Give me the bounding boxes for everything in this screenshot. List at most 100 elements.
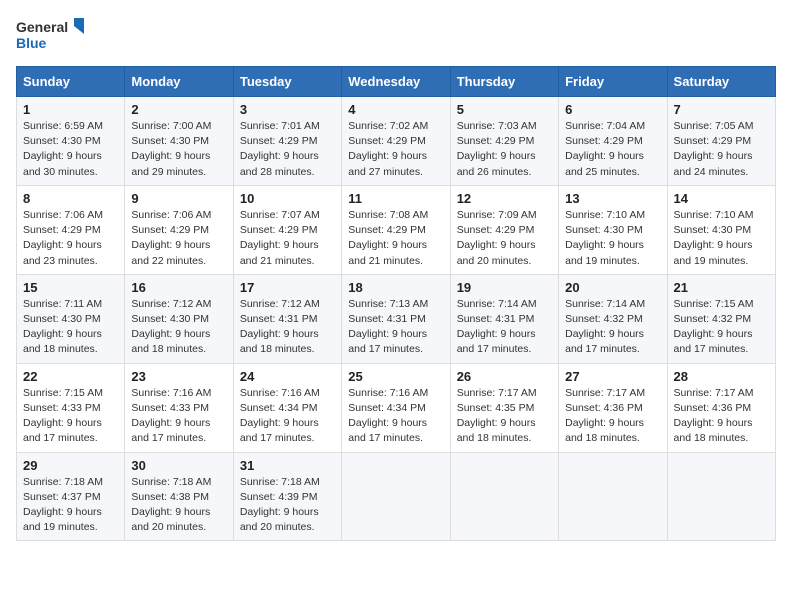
day-cell: 2 Sunrise: 7:00 AMSunset: 4:30 PMDaylight… [125, 97, 233, 186]
day-detail: Sunrise: 7:10 AMSunset: 4:30 PMDaylight:… [674, 208, 769, 269]
day-number: 6 [565, 102, 660, 117]
week-row-4: 22 Sunrise: 7:15 AMSunset: 4:33 PMDayligh… [17, 363, 776, 452]
day-cell: 20 Sunrise: 7:14 AMSunset: 4:32 PMDayligh… [559, 274, 667, 363]
week-row-3: 15Sunrise: 7:11 AMSunset: 4:30 PMDayligh… [17, 274, 776, 363]
day-detail: Sunrise: 7:16 AMSunset: 4:33 PMDaylight:… [131, 386, 226, 447]
week-row-1: 1 Sunrise: 6:59 AMSunset: 4:30 PMDaylight… [17, 97, 776, 186]
day-cell: 1 Sunrise: 6:59 AMSunset: 4:30 PMDaylight… [17, 97, 125, 186]
header-row: SundayMondayTuesdayWednesdayThursdayFrid… [17, 67, 776, 97]
day-detail: Sunrise: 7:05 AMSunset: 4:29 PMDaylight:… [674, 119, 769, 180]
logo-svg: General Blue [16, 16, 86, 54]
day-number: 22 [23, 369, 118, 384]
day-cell: 6 Sunrise: 7:04 AMSunset: 4:29 PMDaylight… [559, 97, 667, 186]
day-number: 21 [674, 280, 769, 295]
day-cell: 30 Sunrise: 7:18 AMSunset: 4:38 PMDayligh… [125, 452, 233, 541]
day-detail: Sunrise: 7:12 AMSunset: 4:30 PMDaylight:… [131, 297, 226, 358]
day-number: 19 [457, 280, 552, 295]
day-detail: Sunrise: 7:18 AMSunset: 4:39 PMDaylight:… [240, 475, 335, 536]
day-cell: 18Sunrise: 7:13 AMSunset: 4:31 PMDayligh… [342, 274, 450, 363]
day-number: 27 [565, 369, 660, 384]
day-cell: 28 Sunrise: 7:17 AMSunset: 4:36 PMDayligh… [667, 363, 775, 452]
day-number: 1 [23, 102, 118, 117]
day-detail: Sunrise: 7:01 AMSunset: 4:29 PMDaylight:… [240, 119, 335, 180]
day-number: 30 [131, 458, 226, 473]
day-cell: 26Sunrise: 7:17 AMSunset: 4:35 PMDayligh… [450, 363, 558, 452]
day-cell [667, 452, 775, 541]
day-cell: 10 Sunrise: 7:07 AMSunset: 4:29 PMDayligh… [233, 185, 341, 274]
day-cell: 27 Sunrise: 7:17 AMSunset: 4:36 PMDayligh… [559, 363, 667, 452]
col-header-sunday: Sunday [17, 67, 125, 97]
day-number: 12 [457, 191, 552, 206]
day-number: 5 [457, 102, 552, 117]
day-number: 10 [240, 191, 335, 206]
day-cell: 5 Sunrise: 7:03 AMSunset: 4:29 PMDaylight… [450, 97, 558, 186]
day-detail: Sunrise: 7:03 AMSunset: 4:29 PMDaylight:… [457, 119, 552, 180]
header: General Blue [16, 16, 776, 54]
day-detail: Sunrise: 7:09 AMSunset: 4:29 PMDaylight:… [457, 208, 552, 269]
day-cell: 9 Sunrise: 7:06 AMSunset: 4:29 PMDaylight… [125, 185, 233, 274]
col-header-thursday: Thursday [450, 67, 558, 97]
day-number: 29 [23, 458, 118, 473]
day-cell: 17Sunrise: 7:12 AMSunset: 4:31 PMDayligh… [233, 274, 341, 363]
day-number: 20 [565, 280, 660, 295]
day-number: 24 [240, 369, 335, 384]
day-cell: 4Sunrise: 7:02 AMSunset: 4:29 PMDaylight… [342, 97, 450, 186]
day-number: 13 [565, 191, 660, 206]
col-header-saturday: Saturday [667, 67, 775, 97]
day-detail: Sunrise: 7:04 AMSunset: 4:29 PMDaylight:… [565, 119, 660, 180]
day-cell: 31Sunrise: 7:18 AMSunset: 4:39 PMDayligh… [233, 452, 341, 541]
day-cell [559, 452, 667, 541]
day-detail: Sunrise: 7:18 AMSunset: 4:38 PMDaylight:… [131, 475, 226, 536]
col-header-monday: Monday [125, 67, 233, 97]
day-number: 11 [348, 191, 443, 206]
day-detail: Sunrise: 7:17 AMSunset: 4:35 PMDaylight:… [457, 386, 552, 447]
day-cell: 7 Sunrise: 7:05 AMSunset: 4:29 PMDaylight… [667, 97, 775, 186]
day-number: 2 [131, 102, 226, 117]
day-cell: 25 Sunrise: 7:16 AMSunset: 4:34 PMDayligh… [342, 363, 450, 452]
day-detail: Sunrise: 7:06 AMSunset: 4:29 PMDaylight:… [131, 208, 226, 269]
col-header-tuesday: Tuesday [233, 67, 341, 97]
day-number: 15 [23, 280, 118, 295]
day-cell: 14 Sunrise: 7:10 AMSunset: 4:30 PMDayligh… [667, 185, 775, 274]
day-number: 25 [348, 369, 443, 384]
day-number: 7 [674, 102, 769, 117]
col-header-friday: Friday [559, 67, 667, 97]
day-cell: 21 Sunrise: 7:15 AMSunset: 4:32 PMDayligh… [667, 274, 775, 363]
day-number: 4 [348, 102, 443, 117]
day-detail: Sunrise: 7:16 AMSunset: 4:34 PMDaylight:… [348, 386, 443, 447]
day-detail: Sunrise: 7:17 AMSunset: 4:36 PMDaylight:… [565, 386, 660, 447]
day-detail: Sunrise: 7:10 AMSunset: 4:30 PMDaylight:… [565, 208, 660, 269]
day-cell: 12 Sunrise: 7:09 AMSunset: 4:29 PMDayligh… [450, 185, 558, 274]
col-header-wednesday: Wednesday [342, 67, 450, 97]
day-number: 14 [674, 191, 769, 206]
day-detail: Sunrise: 7:14 AMSunset: 4:32 PMDaylight:… [565, 297, 660, 358]
day-detail: Sunrise: 7:07 AMSunset: 4:29 PMDaylight:… [240, 208, 335, 269]
day-number: 18 [348, 280, 443, 295]
day-cell [342, 452, 450, 541]
logo: General Blue [16, 16, 86, 54]
day-detail: Sunrise: 7:12 AMSunset: 4:31 PMDaylight:… [240, 297, 335, 358]
day-number: 3 [240, 102, 335, 117]
day-detail: Sunrise: 7:17 AMSunset: 4:36 PMDaylight:… [674, 386, 769, 447]
day-detail: Sunrise: 7:00 AMSunset: 4:30 PMDaylight:… [131, 119, 226, 180]
day-number: 23 [131, 369, 226, 384]
week-row-2: 8Sunrise: 7:06 AMSunset: 4:29 PMDaylight… [17, 185, 776, 274]
day-number: 16 [131, 280, 226, 295]
day-detail: Sunrise: 7:18 AMSunset: 4:37 PMDaylight:… [23, 475, 118, 536]
day-number: 28 [674, 369, 769, 384]
day-detail: Sunrise: 6:59 AMSunset: 4:30 PMDaylight:… [23, 119, 118, 180]
day-cell: 23 Sunrise: 7:16 AMSunset: 4:33 PMDayligh… [125, 363, 233, 452]
day-detail: Sunrise: 7:08 AMSunset: 4:29 PMDaylight:… [348, 208, 443, 269]
day-detail: Sunrise: 7:15 AMSunset: 4:33 PMDaylight:… [23, 386, 118, 447]
day-cell: 11 Sunrise: 7:08 AMSunset: 4:29 PMDayligh… [342, 185, 450, 274]
day-number: 9 [131, 191, 226, 206]
day-cell: 13 Sunrise: 7:10 AMSunset: 4:30 PMDayligh… [559, 185, 667, 274]
day-cell: 15Sunrise: 7:11 AMSunset: 4:30 PMDayligh… [17, 274, 125, 363]
day-cell: 24Sunrise: 7:16 AMSunset: 4:34 PMDayligh… [233, 363, 341, 452]
day-detail: Sunrise: 7:15 AMSunset: 4:32 PMDaylight:… [674, 297, 769, 358]
day-cell: 8Sunrise: 7:06 AMSunset: 4:29 PMDaylight… [17, 185, 125, 274]
svg-text:Blue: Blue [16, 35, 47, 51]
calendar-table: SundayMondayTuesdayWednesdayThursdayFrid… [16, 66, 776, 541]
day-detail: Sunrise: 7:14 AMSunset: 4:31 PMDaylight:… [457, 297, 552, 358]
day-cell: 29 Sunrise: 7:18 AMSunset: 4:37 PMDayligh… [17, 452, 125, 541]
